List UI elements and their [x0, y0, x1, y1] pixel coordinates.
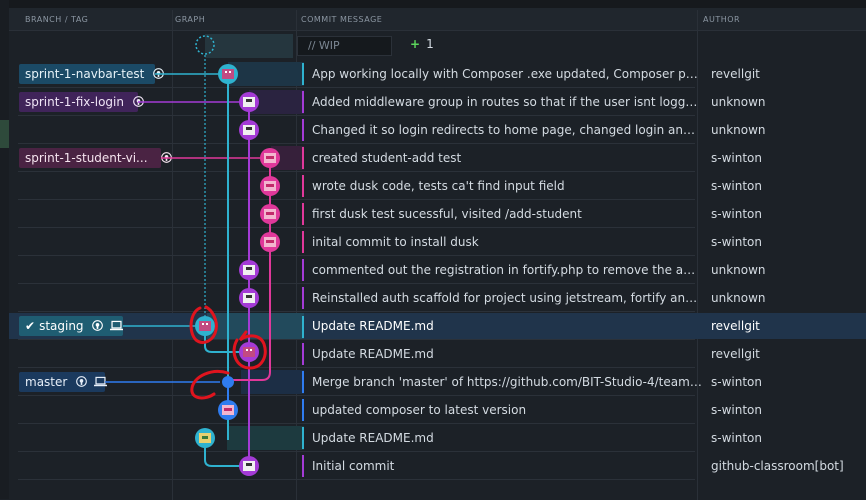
commit-node[interactable]: [239, 456, 259, 476]
commit-node[interactable]: [260, 176, 280, 196]
wip-node[interactable]: [195, 35, 215, 55]
commit-node[interactable]: [239, 288, 259, 308]
merge-commit-node[interactable]: [222, 376, 234, 388]
commit-node[interactable]: [195, 316, 215, 336]
commit-node[interactable]: [218, 400, 238, 420]
commit-node[interactable]: [239, 342, 259, 362]
commit-node[interactable]: [239, 92, 259, 112]
annotation-scribble: [190, 370, 230, 400]
commit-node[interactable]: [260, 148, 280, 168]
commit-node[interactable]: [195, 428, 215, 448]
commit-node[interactable]: [218, 64, 238, 84]
commit-node[interactable]: [260, 232, 280, 252]
commit-node[interactable]: [260, 204, 280, 224]
commit-node[interactable]: [239, 120, 259, 140]
commit-graph[interactable]: [0, 0, 866, 499]
commit-node[interactable]: [239, 260, 259, 280]
